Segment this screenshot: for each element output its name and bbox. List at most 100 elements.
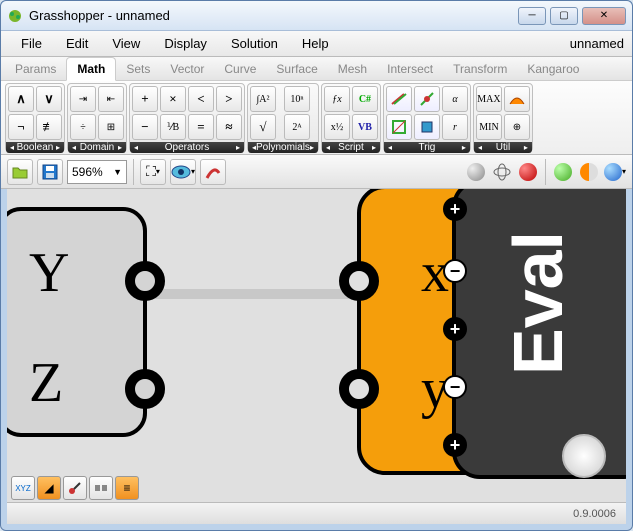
zoom-value: 596% (72, 165, 103, 179)
csharp-icon[interactable]: C# (352, 86, 378, 112)
zoom-extents-button[interactable]: ⛶▾ (140, 159, 166, 185)
port-label-y: Y (29, 241, 69, 305)
ribbon-label-polynomials[interactable]: Polynomials (256, 142, 310, 153)
tab-math[interactable]: Math (66, 57, 116, 81)
expression-icon[interactable]: ƒx (324, 86, 350, 112)
integral-icon[interactable]: ∫A² (250, 86, 276, 112)
zoom-minus2-icon[interactable] (443, 375, 467, 399)
tab-params[interactable]: Params (5, 58, 66, 80)
or-icon[interactable]: ∨ (36, 86, 62, 112)
shade-blue-icon[interactable]: ▾ (604, 161, 626, 183)
and-icon[interactable]: ∧ (8, 86, 34, 112)
ribbon: ∧ ¬ ∨ ≢ ◂Boolean▸ ⇥ ÷ ⇤ ⊞ ◂Domain▸ + − ×… (1, 81, 632, 155)
zoom-minus-icon[interactable] (443, 259, 467, 283)
avg-icon[interactable]: ⊕ (504, 114, 530, 140)
output-port-y[interactable] (125, 261, 165, 301)
menu-edit[interactable]: Edit (54, 33, 100, 54)
minimize-button[interactable]: ─ (518, 7, 546, 25)
xyz-button[interactable]: XYZ (11, 476, 35, 500)
menu-file[interactable]: File (9, 33, 54, 54)
zoom-plus3-icon[interactable] (443, 433, 467, 457)
close-button[interactable]: ✕ (582, 7, 626, 25)
tab-intersect[interactable]: Intersect (377, 58, 443, 80)
compass-icon[interactable] (562, 434, 606, 478)
menu-solution[interactable]: Solution (219, 33, 290, 54)
canvas-toolbar: 596%▼ ⛶▾ ▾ ▾ (1, 155, 632, 189)
save-button[interactable] (37, 159, 63, 185)
asin-icon[interactable] (414, 114, 440, 140)
input-port-y[interactable] (339, 369, 379, 409)
ribbon-label-operators[interactable]: Operators (165, 142, 209, 153)
profiler-button[interactable]: ◢ (37, 476, 61, 500)
power2-icon[interactable]: 2ᴬ (284, 114, 310, 140)
variable-icon[interactable]: x½ (324, 114, 350, 140)
vb-icon[interactable]: VB (352, 114, 378, 140)
zoom-plus-icon[interactable] (443, 197, 467, 221)
markov-button[interactable] (63, 476, 87, 500)
cos-icon[interactable] (386, 114, 412, 140)
add-icon[interactable]: + (132, 86, 158, 112)
input-port-x[interactable] (339, 261, 379, 301)
consecutive-domain-icon[interactable]: ⇤ (98, 86, 124, 112)
output-port-z[interactable] (125, 369, 165, 409)
tab-sets[interactable]: Sets (116, 58, 160, 80)
ribbon-group-domain: ⇥ ÷ ⇤ ⊞ ◂Domain▸ (67, 83, 127, 152)
component-body[interactable]: Eval (452, 189, 632, 479)
reciprocal-icon[interactable]: ⅟B (160, 114, 186, 140)
approx-icon[interactable]: ≈ (216, 114, 242, 140)
component-left[interactable]: Y Z (1, 207, 147, 437)
cluster-button[interactable] (89, 476, 113, 500)
tan-icon[interactable] (414, 86, 440, 112)
sin-icon[interactable] (386, 86, 412, 112)
shade-red-icon[interactable] (517, 161, 539, 183)
shade-half-icon[interactable] (578, 161, 600, 183)
max-icon[interactable]: MAX (476, 86, 502, 112)
not-icon[interactable]: ¬ (8, 114, 34, 140)
tab-kangaroo[interactable]: Kangaroo (517, 58, 589, 80)
sketch-button[interactable] (200, 159, 226, 185)
tab-surface[interactable]: Surface (266, 58, 327, 80)
less-than-icon[interactable]: < (188, 86, 214, 112)
document-button[interactable]: ≡ (115, 476, 139, 500)
shade-gray-icon[interactable] (465, 161, 487, 183)
subtract-icon[interactable]: − (132, 114, 158, 140)
menu-view[interactable]: View (100, 33, 152, 54)
divide-domain-icon[interactable]: ÷ (70, 114, 96, 140)
canvas[interactable]: Y Z x y Eval XYZ ◢ ≡ (1, 189, 632, 502)
equal-icon[interactable]: = (188, 114, 214, 140)
ribbon-group-script: ƒx x½ C# VB ◂Script▸ (321, 83, 381, 152)
radius-icon[interactable]: r (442, 114, 468, 140)
zoom-dropdown[interactable]: 596%▼ (67, 160, 127, 184)
port-label-z: Z (29, 351, 63, 415)
multiply-icon[interactable]: × (160, 86, 186, 112)
preview-button[interactable]: ▾ (170, 159, 196, 185)
shade-green-icon[interactable] (552, 161, 574, 183)
menu-display[interactable]: Display (152, 33, 219, 54)
alpha-icon[interactable]: α (442, 86, 468, 112)
sqrt-icon[interactable]: √ (250, 114, 276, 140)
xor-icon[interactable]: ≢ (36, 114, 62, 140)
curve-icon[interactable] (504, 86, 530, 112)
power10-icon[interactable]: 10ⁿ (284, 86, 310, 112)
greater-than-icon[interactable]: > (216, 86, 242, 112)
ribbon-label-domain[interactable]: Domain (80, 142, 114, 153)
min-icon[interactable]: MIN (476, 114, 502, 140)
tab-mesh[interactable]: Mesh (328, 58, 377, 80)
ribbon-label-script[interactable]: Script (338, 142, 364, 153)
ribbon-label-trig[interactable]: Trig (419, 142, 436, 153)
tab-curve[interactable]: Curve (214, 58, 266, 80)
tab-vector[interactable]: Vector (160, 58, 214, 80)
tab-transform[interactable]: Transform (443, 58, 517, 80)
tabbar: Params Math Sets Vector Curve Surface Me… (1, 57, 632, 81)
ribbon-group-polynomials: ∫A² √ 10ⁿ 2ᴬ ◂Polynomials▸ (247, 83, 319, 152)
open-button[interactable] (7, 159, 33, 185)
shade-wire-icon[interactable] (491, 161, 513, 183)
ribbon-group-util: MAX MIN ⊕ ◂Util▸ (473, 83, 533, 152)
zoom-plus2-icon[interactable] (443, 317, 467, 341)
ribbon-label-boolean[interactable]: Boolean (17, 142, 54, 153)
bounds-icon[interactable]: ⇥ (70, 86, 96, 112)
domain2-icon[interactable]: ⊞ (98, 114, 124, 140)
menu-help[interactable]: Help (290, 33, 341, 54)
ribbon-label-util[interactable]: Util (496, 142, 510, 153)
maximize-button[interactable]: ▢ (550, 7, 578, 25)
